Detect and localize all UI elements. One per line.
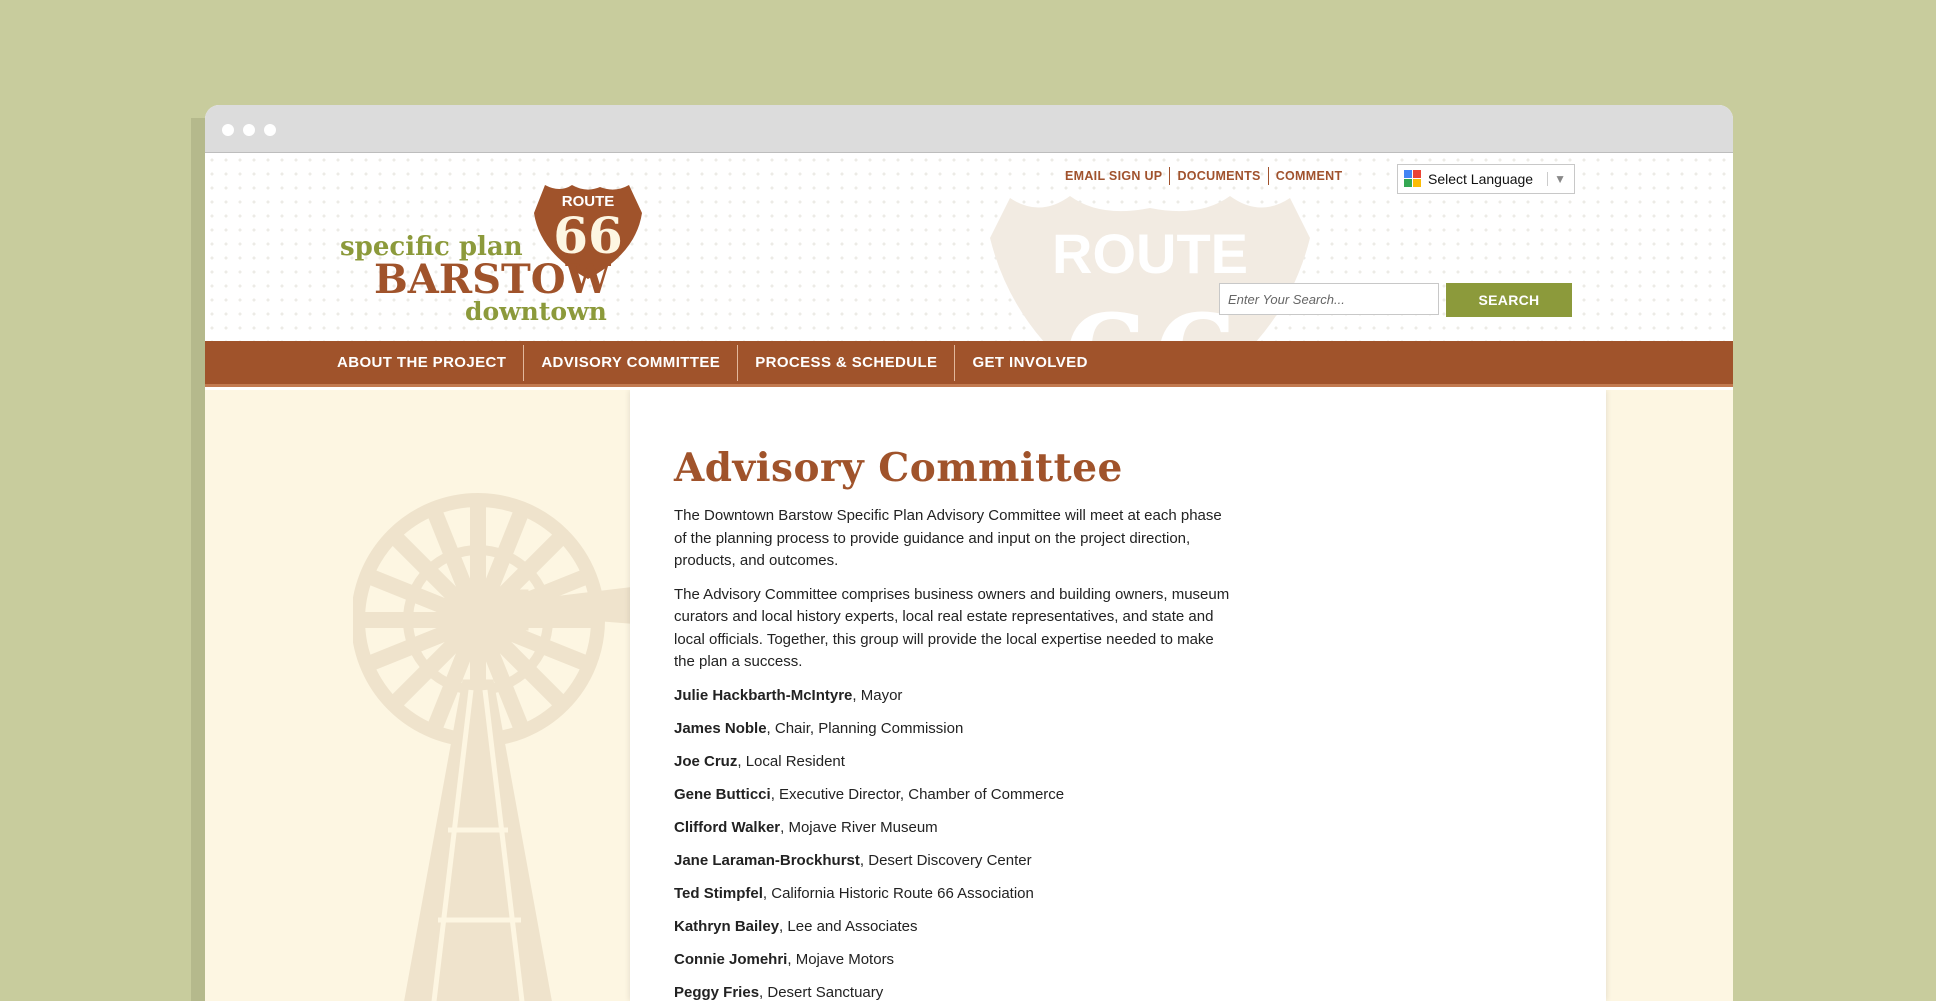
dropdown-arrow-icon: ▼	[1547, 172, 1566, 186]
member-role: , Mojave Motors	[787, 950, 895, 968]
documents-link[interactable]: DOCUMENTS	[1170, 169, 1267, 183]
comment-link[interactable]: COMMENT	[1269, 169, 1350, 183]
window-dot-icon[interactable]	[264, 124, 276, 136]
member-item: Peggy Fries, Desert Sanctuary	[674, 982, 1234, 1001]
member-item: Clifford Walker, Mojave River Museum	[674, 817, 1234, 839]
member-item: Connie Jomehri, Mojave Motors	[674, 949, 1234, 971]
member-role: , California Historic Route 66 Associati…	[762, 884, 1034, 902]
page-body: Advisory Committee The Downtown Barstow …	[205, 390, 1733, 1001]
member-name: Connie Jomehri	[674, 950, 788, 968]
member-role: , Local Resident	[737, 752, 845, 770]
member-role: , Mayor	[852, 686, 903, 704]
member-role: , Lee and Associates	[779, 917, 918, 935]
member-item: Gene Butticci, Executive Director, Chamb…	[674, 784, 1234, 806]
member-item: Jane Laraman-Brockhurst, Desert Discover…	[674, 850, 1234, 872]
site-header: ROUTE 66 ROUTE 66 specific plan BARSTOW …	[205, 153, 1733, 341]
member-item: Julie Hackbarth-McIntyre, Mayor	[674, 685, 1234, 707]
main-content: Advisory Committee The Downtown Barstow …	[630, 390, 1606, 1001]
member-name: Peggy Fries	[674, 983, 760, 1001]
nav-get-involved[interactable]: GET INVOLVED	[955, 354, 1104, 371]
search-input[interactable]	[1219, 283, 1439, 315]
member-item: James Noble, Chair, Planning Commission	[674, 718, 1234, 740]
member-name: Joe Cruz	[674, 752, 738, 770]
member-item: Ted Stimpfel, California Historic Route …	[674, 883, 1234, 905]
member-name: Clifford Walker	[674, 818, 781, 836]
site-logo[interactable]: ROUTE 66 specific plan BARSTOW downtown	[340, 183, 650, 323]
route-66-watermark-icon: ROUTE 66	[990, 196, 1310, 341]
member-name: James Noble	[674, 719, 767, 737]
svg-text:downtown: downtown	[465, 297, 607, 323]
content-text: The Downtown Barstow Specific Plan Advis…	[674, 505, 1234, 1001]
member-role: , Desert Discovery Center	[859, 851, 1032, 869]
email-signup-link[interactable]: EMAIL SIGN UP	[1065, 169, 1169, 183]
browser-window: ROUTE 66 ROUTE 66 specific plan BARSTOW …	[205, 105, 1733, 1001]
svg-text:BARSTOW: BARSTOW	[374, 256, 612, 303]
utility-links: EMAIL SIGN UP DOCUMENTS COMMENT	[1065, 165, 1349, 187]
member-item: Kathryn Bailey, Lee and Associates	[674, 916, 1234, 938]
member-name: Gene Butticci	[674, 785, 771, 803]
window-dot-icon[interactable]	[243, 124, 255, 136]
description-paragraph: The Advisory Committee comprises busines…	[674, 585, 1230, 671]
svg-text:66: 66	[1060, 286, 1241, 341]
language-select[interactable]: Select Language ▼	[1397, 164, 1575, 194]
member-role: , Executive Director, Chamber of Commerc…	[770, 785, 1065, 803]
nav-process-and-schedule[interactable]: PROCESS & SCHEDULE	[738, 354, 954, 371]
member-role: , Chair, Planning Commission	[766, 719, 964, 737]
google-translate-icon	[1404, 170, 1421, 187]
member-name: Ted Stimpfel	[674, 884, 763, 902]
member-item: Joe Cruz, Local Resident	[674, 751, 1234, 773]
window-dot-icon[interactable]	[222, 124, 234, 136]
member-name: Julie Hackbarth-McIntyre	[674, 686, 853, 704]
member-role: , Desert Sanctuary	[759, 983, 884, 1001]
intro-paragraph: The Downtown Barstow Specific Plan Advis…	[674, 507, 1222, 569]
svg-text:ROUTE: ROUTE	[1052, 222, 1248, 285]
search-button[interactable]: SEARCH	[1446, 283, 1572, 317]
member-role: , Mojave River Museum	[780, 818, 938, 836]
browser-titlebar	[205, 105, 1733, 153]
page-title: Advisory Committee	[674, 445, 1123, 491]
language-select-label: Select Language	[1428, 171, 1534, 187]
main-nav: ABOUT THE PROJECT ADVISORY COMMITTEE PRO…	[205, 341, 1733, 387]
nav-about-the-project[interactable]: ABOUT THE PROJECT	[337, 354, 523, 371]
member-name: Jane Laraman-Brockhurst	[674, 851, 860, 869]
member-name: Kathryn Bailey	[674, 917, 780, 935]
nav-advisory-committee[interactable]: ADVISORY COMMITTEE	[524, 354, 737, 371]
